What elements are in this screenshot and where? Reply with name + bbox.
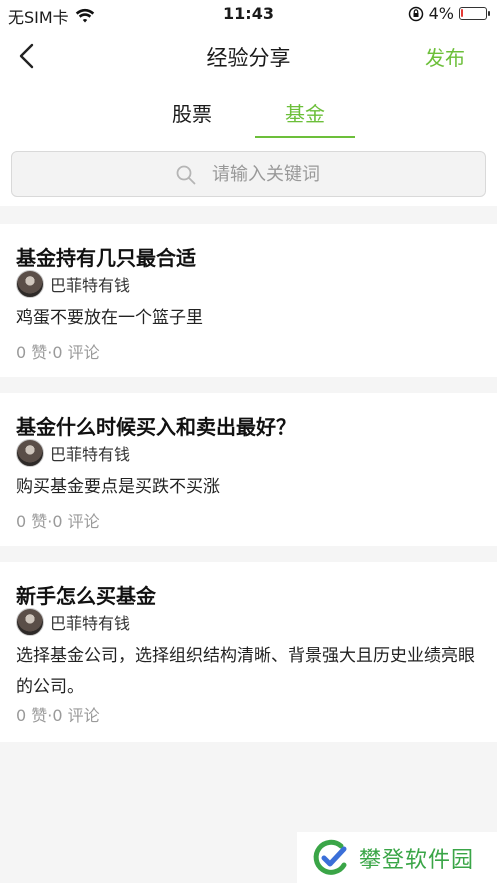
author-name: 巴菲特有钱 <box>50 614 131 633</box>
post-card[interactable]: 新手怎么买基金 巴菲特有钱 选择基金公司，选择组织结构清晰、背景强大且历史业绩亮… <box>0 562 497 742</box>
post-title: 新手怎么买基金 <box>16 584 156 608</box>
tab-funds[interactable]: 基金 <box>255 98 355 127</box>
status-right: 4% <box>408 4 490 23</box>
post-stats: 0 赞·0 评论 <box>16 343 100 362</box>
active-tab-indicator <box>255 136 355 138</box>
search-box[interactable] <box>11 151 486 197</box>
publish-button[interactable]: 发布 <box>425 42 465 71</box>
brand-logo-icon <box>313 839 347 875</box>
post-author: 巴菲特有钱 <box>16 608 130 636</box>
post-body: 选择基金公司，选择组织结构清晰、背景强大且历史业绩亮眼的公司。 <box>16 646 475 697</box>
watermark: 攀登软件园 <box>297 832 497 883</box>
avatar <box>16 608 44 636</box>
battery-icon <box>459 7 490 20</box>
tab-stocks[interactable]: 股票 <box>142 98 242 127</box>
search-input[interactable] <box>212 160 472 188</box>
search-bar <box>0 144 497 206</box>
watermark-text: 攀登软件园 <box>359 847 475 873</box>
post-title: 基金什么时候买入和卖出最好？ <box>16 415 296 439</box>
post-body: 鸡蛋不要放在一个篮子里 <box>16 308 203 328</box>
post-stats: 0 赞·0 评论 <box>16 512 100 531</box>
post-stats: 0 赞·0 评论 <box>16 706 100 725</box>
page-title: 经验分享 <box>206 46 291 70</box>
orientation-lock-icon <box>408 6 423 21</box>
post-title: 基金持有几只最合适 <box>16 246 196 270</box>
post-author: 巴菲特有钱 <box>16 270 130 298</box>
battery-percent: 4% <box>428 4 454 23</box>
avatar <box>16 270 44 298</box>
search-icon <box>176 165 196 185</box>
post-author: 巴菲特有钱 <box>16 439 130 467</box>
post-card[interactable]: 基金持有几只最合适 巴菲特有钱 鸡蛋不要放在一个篮子里 0 赞·0 评论 <box>0 224 497 377</box>
post-card[interactable]: 基金什么时候买入和卖出最好？ 巴菲特有钱 购买基金要点是买跌不买涨 0 赞·0 … <box>0 393 497 546</box>
author-name: 巴菲特有钱 <box>50 276 131 295</box>
battery-level <box>461 9 463 17</box>
status-bar: 无SIM卡 11:43 4% <box>0 0 497 28</box>
category-tabs: 股票 基金 <box>0 84 497 144</box>
nav-bar: 经验分享 发布 <box>0 28 497 84</box>
post-body: 购买基金要点是买跌不买涨 <box>16 477 220 497</box>
author-name: 巴菲特有钱 <box>50 445 131 464</box>
avatar <box>16 439 44 467</box>
